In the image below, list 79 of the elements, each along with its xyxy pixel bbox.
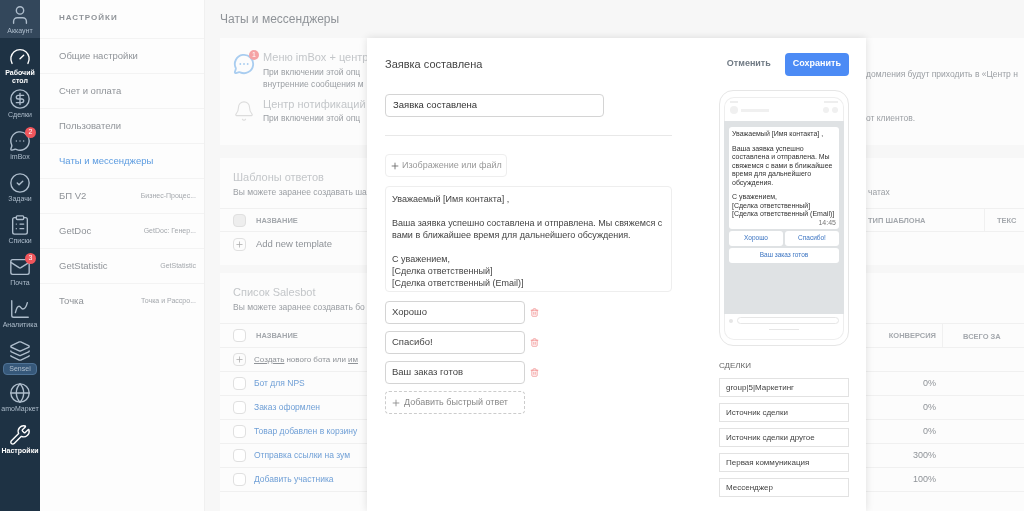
deal-field[interactable]: Источник сделки другое [719, 428, 849, 447]
message-field[interactable]: Уважаемый [Имя контакта] , Ваша заявка успешно составлена и отправлена. Мы свяжемся с вами в ближайшее время для дальнейшего обсуждения. С уважением, [Сделка ответственный] [Сделка ответственный (Email)] [385, 186, 672, 292]
plus-icon [391, 397, 401, 408]
bell-icon [233, 99, 255, 122]
table-cell-text: 0% [922, 425, 936, 438]
menu-item-label: GetStatistic [59, 258, 108, 273]
section-description: чатах [867, 185, 890, 199]
checkbox[interactable] [233, 377, 246, 391]
deal-field[interactable]: Первая коммуникация [719, 453, 849, 472]
quick-reply-field[interactable]: Ваш заказ готов [385, 361, 525, 384]
globe-icon [9, 382, 31, 404]
option-description: При включении этой опц [263, 65, 362, 78]
option-description: внутренние сообщения м [263, 77, 365, 90]
check-icon [9, 172, 31, 194]
bot-name-link[interactable]: Добавить участника [254, 473, 334, 487]
delete-icon[interactable] [530, 308, 539, 317]
option-description: от клиентов. [866, 111, 916, 125]
quick-reply-field[interactable]: Спасибо! [385, 331, 525, 354]
menu-item-label: Точка [59, 293, 84, 308]
checkbox[interactable] [233, 473, 246, 487]
section-description: Вы можете заранее создавать ша [233, 185, 367, 199]
delete-icon[interactable] [530, 338, 539, 347]
modal-title: Заявка составлена [385, 56, 483, 72]
deal-field[interactable]: group|5|Маркетинг [719, 378, 849, 397]
attach-button[interactable]: Изображение или файл [385, 154, 507, 177]
bot-name-link[interactable]: Товар добавлен в корзину [254, 425, 358, 439]
settings-icon [9, 424, 31, 446]
chat-icon [9, 130, 31, 152]
section-description: Вы можете заранее создавать бо [233, 300, 365, 314]
plus-icon[interactable] [235, 239, 244, 249]
menu-item-label: Пользователи [59, 118, 121, 133]
menu-item-label: GetDoc [59, 223, 92, 238]
plus-icon[interactable] [235, 355, 244, 365]
page-title: Чаты и мессенджеры [220, 11, 341, 28]
menu-item-label: Счет и оплата [59, 83, 122, 98]
checkbox[interactable] [233, 329, 246, 343]
settings-menu-item[interactable]: Счет и оплата [40, 73, 204, 108]
plus-icon [390, 160, 400, 171]
table-cell-text: 0% [922, 401, 936, 414]
save-button[interactable]: Сохранить [784, 52, 849, 76]
delete-icon[interactable] [530, 368, 539, 377]
import-link[interactable]: им [348, 353, 358, 366]
checkbox[interactable] [233, 401, 246, 415]
section-title: Список Salesbot [233, 285, 316, 300]
settings-menu-item[interactable]: Общие настройки [40, 38, 204, 73]
checkbox[interactable] [233, 425, 246, 439]
option-description: домления будут приходить в «Центр н [866, 68, 1018, 81]
deal-field[interactable]: Источник сделки [719, 403, 849, 422]
settings-menu-item[interactable]: Чаты и мессенджеры [40, 143, 204, 178]
cancel-button[interactable]: Отменить [726, 57, 771, 71]
layers-icon [9, 340, 31, 362]
mail-icon [9, 256, 31, 278]
create-text: нового бота или [286, 353, 346, 366]
create-link[interactable]: Создать [254, 353, 285, 366]
chart-icon [9, 298, 31, 320]
option-description: При включении этой опц [263, 112, 362, 124]
add-template-link[interactable]: Add new template [256, 237, 333, 252]
list-icon [9, 214, 31, 236]
sidebar-title: НАСТРОЙКИ [58, 12, 119, 24]
bot-name-link[interactable]: Бот для NPS [254, 377, 305, 391]
table-cell-text: 100% [911, 473, 936, 486]
add-reply-button[interactable]: Добавить быстрый ответ [385, 391, 525, 414]
table-cell-text: 300% [911, 449, 936, 462]
menu-item-label: Общие настройки [59, 48, 138, 63]
deal-field[interactable]: Мессенджер [719, 478, 849, 497]
menu-item-label: БП V2 [59, 188, 87, 203]
chat-icon [233, 53, 255, 75]
bot-name-link[interactable]: Отправка ссылки на зум [254, 449, 351, 463]
checkbox[interactable] [233, 449, 246, 463]
section-label: СДЕЛКИ [719, 360, 752, 372]
bot-name-link[interactable]: Заказ оформлен [254, 401, 321, 415]
name-field[interactable]: Заявка составлена [385, 94, 604, 117]
option-title: Центр нотификаций [263, 96, 366, 112]
menu-item-label: Чаты и мессенджеры [59, 153, 154, 168]
quick-reply-field[interactable]: Хорошо [385, 301, 525, 324]
table-cell-text: 0% [922, 377, 936, 390]
dollar-icon [9, 88, 31, 110]
section-title: Шаблоны ответов [233, 170, 324, 185]
settings-menu-item[interactable]: Пользователи [40, 108, 204, 143]
